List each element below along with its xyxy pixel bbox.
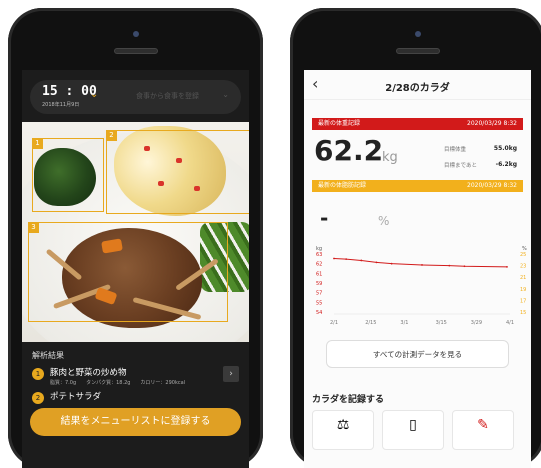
weight-data-point xyxy=(421,264,423,266)
detection-box-3[interactable]: 3 xyxy=(28,222,228,322)
detection-label: 3 xyxy=(28,222,39,233)
x-tick: 3/29 xyxy=(471,320,482,326)
food-photo: 1 2 3 xyxy=(22,122,249,342)
result-name: 豚肉と野菜の炒め物 xyxy=(50,368,127,378)
banner-date: 2020/03/29 8:32 xyxy=(467,120,517,127)
y-left-tick: 59 xyxy=(316,281,322,287)
chevron-down-icon[interactable]: ⌄ xyxy=(222,90,229,99)
weight-data-point xyxy=(506,265,508,268)
weight-series-line xyxy=(333,258,507,268)
y-right-tick: 17 xyxy=(520,298,526,304)
result-number: 2 xyxy=(32,392,44,404)
device-icon: ▯ xyxy=(409,417,417,433)
speaker-slot xyxy=(113,48,158,54)
view-all-data-button[interactable]: すべての計測データを見る xyxy=(326,340,509,368)
body-record-screen: ‹ 2/28のカラダ 最新の体重記録 2020/03/29 8:32 62.2 … xyxy=(304,70,531,468)
y-right-tick: 21 xyxy=(520,275,526,281)
weight-data-point xyxy=(360,259,363,262)
y-right-tick: 19 xyxy=(520,287,526,293)
chevron-down-icon[interactable]: ⌄ xyxy=(90,89,98,100)
pencil-icon: ✎ xyxy=(477,417,489,433)
detection-label: 1 xyxy=(32,138,43,149)
banner-label: 最新の体重記録 xyxy=(318,120,361,127)
weight-record-banner: 最新の体重記録 2020/03/29 8:32 xyxy=(312,118,523,130)
y-left-tick: 62 xyxy=(316,262,322,268)
meal-selector-label[interactable]: 食事から食事を登録 xyxy=(136,91,199,101)
right-phone: ‹ 2/28のカラダ 最新の体重記録 2020/03/29 8:32 62.2 … xyxy=(290,8,541,468)
detection-label: 2 xyxy=(106,130,117,141)
weight-unit: kg xyxy=(382,150,398,165)
record-manual-tile[interactable]: ✎ xyxy=(452,410,514,450)
weight-chart: kg %636261595755542523211917152/1 2/15 3/1 3… xyxy=(316,246,527,326)
result-number: 1 xyxy=(32,368,44,380)
page-title: 2/28のカラダ xyxy=(385,83,450,94)
analysis-results: 解析結果 1 豚肉と野菜の炒め物 脂質：7.0g タンパク質：18.2g カロリ… xyxy=(22,342,249,468)
remaining-value: -6.2kg xyxy=(495,161,517,168)
x-tick: 3/15 xyxy=(436,320,447,326)
chevron-right-icon[interactable]: › xyxy=(223,366,239,382)
weight-data-point xyxy=(333,257,335,260)
register-to-menu-button[interactable]: 結果をメニューリストに登録する xyxy=(30,408,241,436)
y-left-tick: 54 xyxy=(316,310,322,316)
food-analysis-screen: 15 : 00 2018年11月9日 ⌄ 食事から食事を登録 ⌄ 1 2 3 解… xyxy=(22,70,249,468)
target-weight-value: 55.0kg xyxy=(493,145,517,152)
fat-record-banner: 最新の体脂肪記録 2020/03/29 8:32 xyxy=(312,180,523,192)
header: ‹ 2/28のカラダ xyxy=(304,70,531,100)
x-tick: 4/1 xyxy=(506,320,514,326)
y-left-tick: 57 xyxy=(316,291,322,297)
detection-box-1[interactable]: 1 xyxy=(32,138,104,212)
record-section-title: カラダを記録する xyxy=(312,395,385,405)
remaining-label: 目標まであと xyxy=(444,163,477,169)
record-scale-tile[interactable]: ⚖ xyxy=(312,410,374,450)
record-tiles: ⚖ ▯ ✎ xyxy=(312,410,523,450)
results-title: 解析結果 xyxy=(32,351,64,360)
camera-dot xyxy=(132,31,139,37)
banner-date: 2020/03/29 8:32 xyxy=(467,182,517,189)
x-tick: 2/15 xyxy=(365,320,376,326)
target-weight-label: 目標体重 xyxy=(444,147,467,153)
body-fat-unit: % xyxy=(378,214,390,228)
x-tick: 2/1 xyxy=(330,320,338,326)
y-left-tick: 61 xyxy=(316,271,322,277)
y-left-tick: 63 xyxy=(316,252,322,258)
y-left-tick: 55 xyxy=(316,300,322,306)
weight-data-point xyxy=(345,258,348,261)
weight-data-point xyxy=(390,262,393,265)
result-name: ポテトサラダ xyxy=(50,392,102,402)
speaker-slot xyxy=(395,48,440,54)
y-right-tick: 15 xyxy=(520,310,526,316)
weight-data-point xyxy=(448,264,451,267)
detection-box-2[interactable]: 2 xyxy=(106,130,249,214)
result-item[interactable]: 1 豚肉と野菜の炒め物 脂質：7.0g タンパク質：18.2g カロリー：290… xyxy=(32,364,239,390)
y-right-tick: 25 xyxy=(520,252,526,258)
scale-icon: ⚖ xyxy=(336,417,350,433)
record-device-tile[interactable]: ▯ xyxy=(382,410,444,450)
y-right-tick: 23 xyxy=(520,264,526,270)
weight-data-point xyxy=(463,265,466,268)
time-meal-selector[interactable]: 15 : 00 2018年11月9日 ⌄ 食事から食事を登録 ⌄ xyxy=(30,80,241,114)
body-fat-value: - xyxy=(320,206,329,230)
left-phone: 15 : 00 2018年11月9日 ⌄ 食事から食事を登録 ⌄ 1 2 3 解… xyxy=(8,8,263,468)
banner-label: 最新の体脂肪記録 xyxy=(318,182,367,189)
time-display: 15 : 00 xyxy=(42,84,97,99)
camera-dot xyxy=(414,31,421,37)
date-display: 2018年11月9日 xyxy=(42,102,80,108)
x-tick: 3/1 xyxy=(400,320,408,326)
weight-value: 62.2 xyxy=(314,134,384,167)
weight-data-point xyxy=(375,261,378,264)
result-nutrition: 脂質：7.0g タンパク質：18.2g カロリー：290kcal xyxy=(50,380,186,386)
